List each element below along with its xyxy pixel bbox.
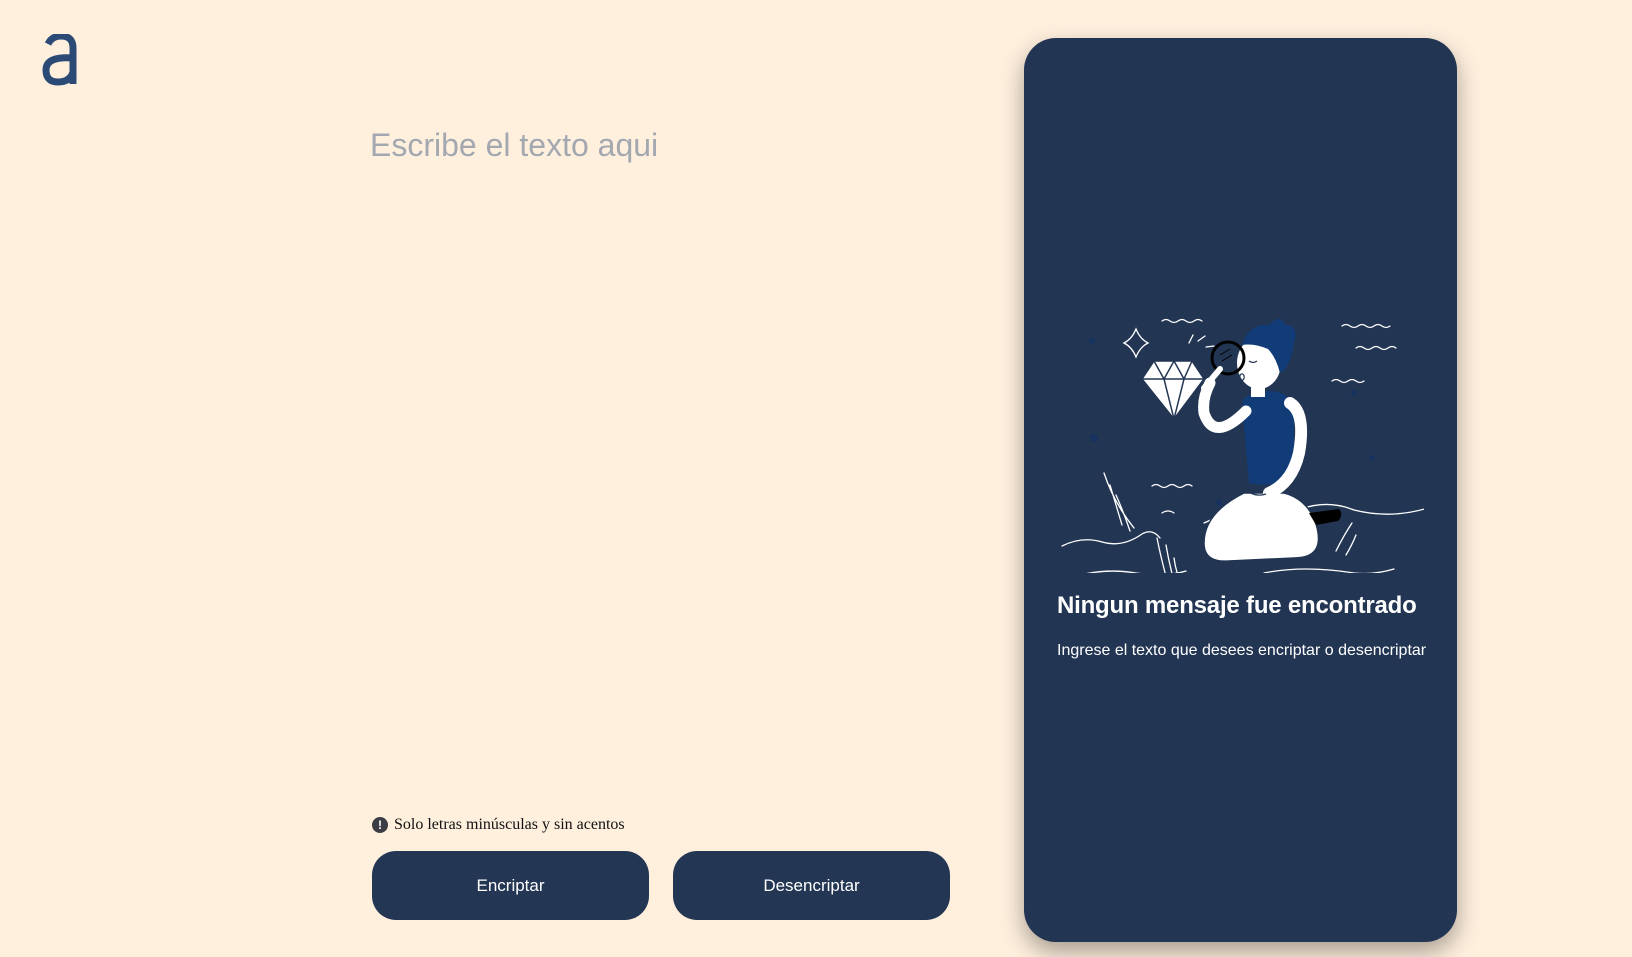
exclamation-circle-icon: ! [372,817,388,833]
empty-state-title: Ningun mensaje fue encontrado [1057,592,1417,619]
output-panel: Ningun mensaje fue encontrado Ingrese el… [1024,38,1457,942]
empty-state-subtitle: Ingrese el texto que desees encriptar o … [1057,642,1427,659]
text-input[interactable] [370,126,950,766]
person-with-magnifying-glass-illustration [1061,318,1424,573]
decrypt-button[interactable]: Desencriptar [673,851,950,920]
logo-icon [42,34,77,86]
encrypt-button[interactable]: Encriptar [372,851,649,920]
hint-text: Solo letras minúsculas y sin acentos [394,816,625,833]
input-hint: ! Solo letras minúsculas y sin acentos [372,816,625,834]
